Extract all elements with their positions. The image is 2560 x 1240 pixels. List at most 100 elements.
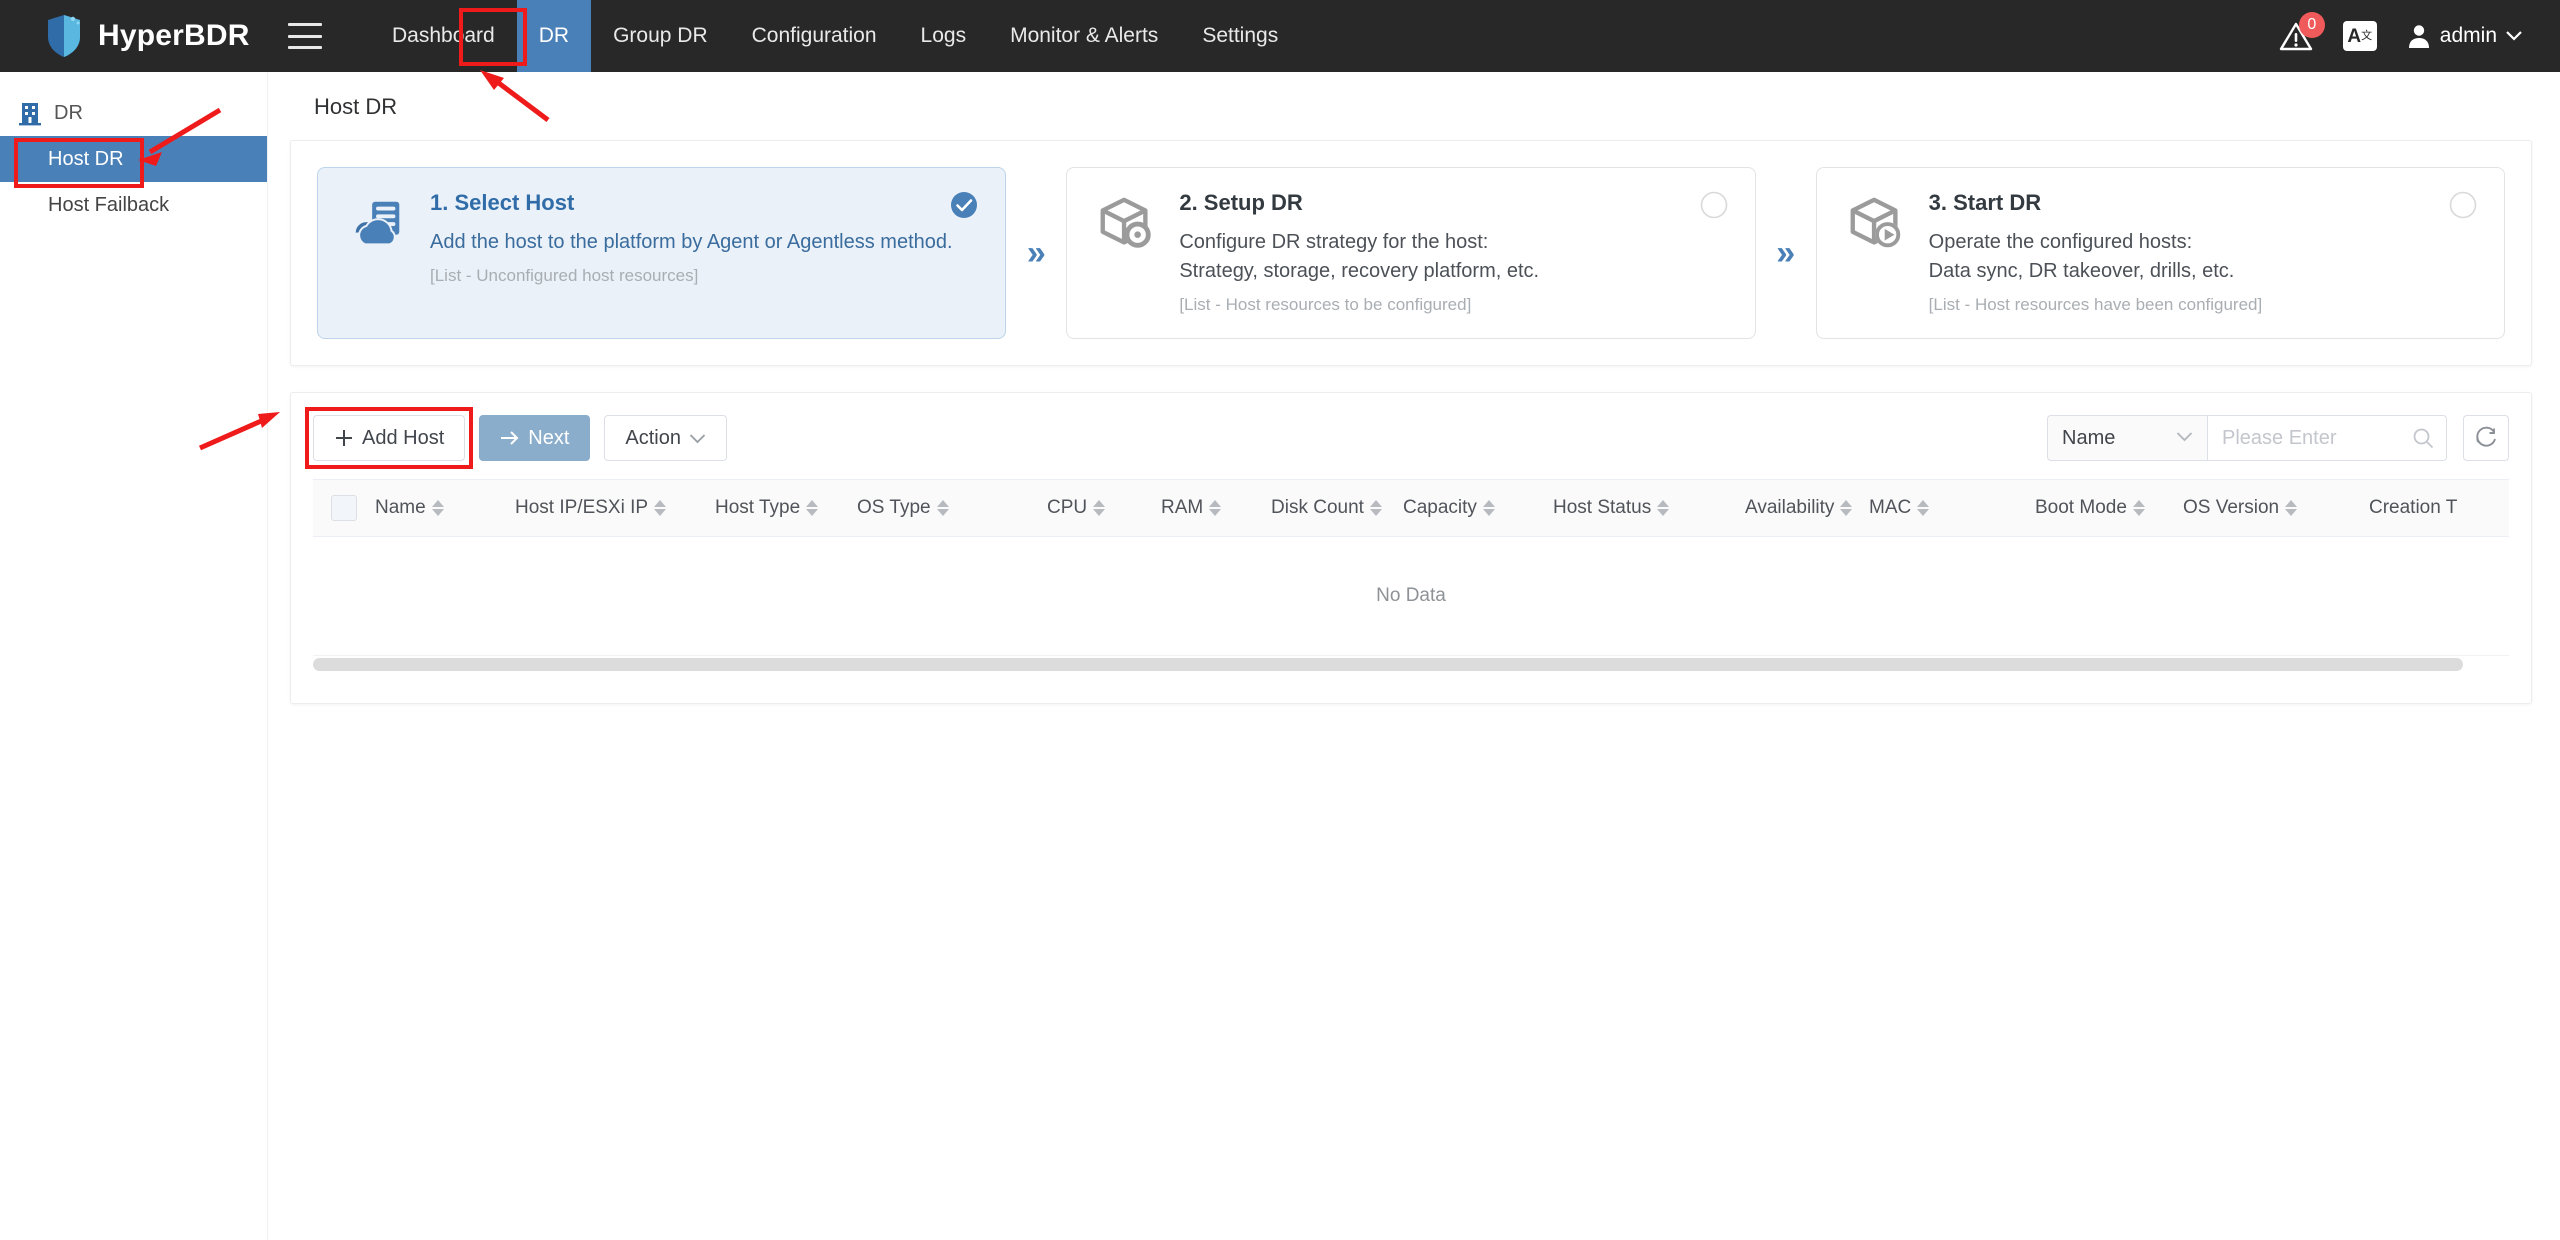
step-title: 3. Start DR xyxy=(1928,190,2042,215)
sort-toggle-icon[interactable] xyxy=(1917,500,1930,516)
step-line: Configure DR strategy for the host: xyxy=(1179,231,1489,253)
table-column-header[interactable]: Name xyxy=(375,497,515,519)
plus-icon xyxy=(336,430,352,446)
nav-item-settings[interactable]: Settings xyxy=(1180,0,1300,72)
table-column-header[interactable]: Boot Mode xyxy=(2035,497,2183,519)
table-column-header[interactable]: Disk Count xyxy=(1271,497,1403,519)
main-content: Host DR 1. Select Host Add the host to t… xyxy=(268,72,2560,1240)
search-input[interactable] xyxy=(2222,426,2412,450)
select-all-checkbox-cell xyxy=(313,495,375,521)
sort-toggle-icon[interactable] xyxy=(806,500,819,516)
arrow-right-icon xyxy=(501,431,519,445)
sidebar-group-label: DR xyxy=(54,101,83,124)
next-button[interactable]: Next xyxy=(479,415,591,461)
table-column-header[interactable]: Host IP/ESXi IP xyxy=(515,497,715,519)
search-field-select[interactable]: Name xyxy=(2047,415,2207,461)
step-card-start-dr[interactable]: 3. Start DR Operate the configured hosts… xyxy=(1815,167,2505,339)
nav-item-group-dr[interactable]: Group DR xyxy=(591,0,730,72)
refresh-icon xyxy=(2476,426,2496,447)
action-label: Action xyxy=(625,426,681,449)
table-column-label: Creation T xyxy=(2369,497,2458,518)
nav-item-configuration[interactable]: Configuration xyxy=(730,0,899,72)
user-menu[interactable]: admin xyxy=(2407,23,2522,49)
sidebar-item-host-dr[interactable]: Host DR xyxy=(0,136,267,188)
brand[interactable]: HyperBDR xyxy=(0,14,250,58)
step-line: Data sync, DR takeover, drills, etc. xyxy=(1928,260,2235,282)
sort-toggle-icon[interactable] xyxy=(936,500,949,516)
action-dropdown-button[interactable]: Action xyxy=(604,415,727,461)
chevron-down-icon xyxy=(2506,31,2522,41)
sort-toggle-icon[interactable] xyxy=(654,500,667,516)
select-all-checkbox[interactable] xyxy=(331,495,357,521)
chevron-down-icon xyxy=(689,433,706,443)
lang-sup: 文 xyxy=(2361,29,2373,42)
nav-item-logs[interactable]: Logs xyxy=(899,0,989,72)
step-body: 3. Start DR Operate the configured hosts… xyxy=(1929,190,2263,316)
sort-toggle-icon[interactable] xyxy=(2285,500,2298,516)
table-column-label: Name xyxy=(375,497,426,518)
scrollbar-thumb[interactable] xyxy=(313,658,2463,671)
step-empty-circle-icon xyxy=(1700,191,1727,219)
next-label: Next xyxy=(528,426,570,449)
main-nav: Dashboard DR Group DR Configuration Logs… xyxy=(370,0,1300,72)
page-body: DR Host DR Host Failback Host DR 1. Sele… xyxy=(0,72,2560,1240)
step-body: 2. Setup DR Configure DR strategy for th… xyxy=(1179,190,1539,316)
sidebar-item-host-failback[interactable]: Host Failback xyxy=(0,182,267,228)
table-column-label: OS Type xyxy=(857,497,931,518)
table-column-label: Availability xyxy=(1745,497,1835,518)
box-play-icon xyxy=(1850,197,1900,248)
table-column-header[interactable]: OS Version xyxy=(2183,497,2369,519)
host-table-panel: Add Host Next Action Name Please Enter N… xyxy=(290,392,2532,704)
sort-toggle-icon[interactable] xyxy=(2132,500,2145,516)
table-column-label: Host IP/ESXi IP xyxy=(515,497,649,518)
table-column-label: Host Status xyxy=(1553,497,1652,518)
box-gear-icon xyxy=(1100,197,1152,248)
nav-item-dashboard[interactable]: Dashboard xyxy=(370,0,517,72)
table-column-header[interactable]: Availability xyxy=(1745,497,1869,519)
refresh-button[interactable] xyxy=(2463,415,2509,461)
sidebar: DR Host DR Host Failback xyxy=(0,72,268,1240)
table-column-header[interactable]: RAM xyxy=(1161,497,1271,519)
cloud-server-icon xyxy=(355,201,400,246)
page-title: Host DR xyxy=(314,94,398,119)
table-column-header[interactable]: Creation T xyxy=(2369,497,2489,519)
lang-letter: A xyxy=(2347,25,2362,47)
nav-item-monitor-alerts[interactable]: Monitor & Alerts xyxy=(988,0,1180,72)
step-check-icon xyxy=(951,192,978,218)
sort-toggle-icon[interactable] xyxy=(431,500,444,516)
chevron-down-icon xyxy=(2176,429,2193,447)
building-icon xyxy=(19,103,41,126)
table-column-header[interactable]: MAC xyxy=(1869,497,2035,519)
step-line: Operate the configured hosts: xyxy=(1928,231,2193,253)
hamburger-icon[interactable] xyxy=(288,23,322,49)
step-card-setup-dr[interactable]: 2. Setup DR Configure DR strategy for th… xyxy=(1066,167,1756,339)
sort-toggle-icon[interactable] xyxy=(1657,500,1670,516)
sort-toggle-icon[interactable] xyxy=(1482,500,1495,516)
sort-toggle-icon[interactable] xyxy=(1209,500,1222,516)
table-column-header[interactable]: OS Type xyxy=(857,497,1047,519)
table-column-label: Disk Count xyxy=(1271,497,1364,518)
sidebar-group-dr: DR xyxy=(0,92,267,136)
add-host-label: Add Host xyxy=(362,426,445,449)
step-card-select-host[interactable]: 1. Select Host Add the host to the platf… xyxy=(317,167,1007,339)
step-sublabel: [List - Unconfigured host resources] xyxy=(430,266,699,285)
table-column-label: OS Version xyxy=(2183,497,2280,518)
language-switch-button[interactable]: A文 xyxy=(2342,21,2377,51)
sort-toggle-icon[interactable] xyxy=(1840,500,1853,516)
table-column-header[interactable]: Host Status xyxy=(1553,497,1745,519)
search-icon[interactable] xyxy=(2412,427,2434,449)
table-column-header[interactable]: Capacity xyxy=(1403,497,1553,519)
table-horizontal-scrollbar[interactable] xyxy=(313,655,2509,673)
add-host-button[interactable]: Add Host xyxy=(304,407,474,469)
nav-item-dr[interactable]: DR xyxy=(516,0,592,72)
table-column-header[interactable]: CPU xyxy=(1047,497,1161,519)
step-separator-1: » xyxy=(1026,233,1046,272)
sort-toggle-icon[interactable] xyxy=(1369,500,1382,516)
table-empty-state: No Data xyxy=(1376,585,1446,606)
sort-toggle-icon[interactable] xyxy=(1093,500,1106,516)
table-column-header[interactable]: Host Type xyxy=(715,497,857,519)
step-sublabel: [List - Host resources have been configu… xyxy=(1928,295,2263,314)
alert-button[interactable]: 0 xyxy=(2279,12,2325,53)
hyperbdr-logo-icon xyxy=(48,15,80,57)
step-empty-circle-icon xyxy=(2449,191,2477,219)
